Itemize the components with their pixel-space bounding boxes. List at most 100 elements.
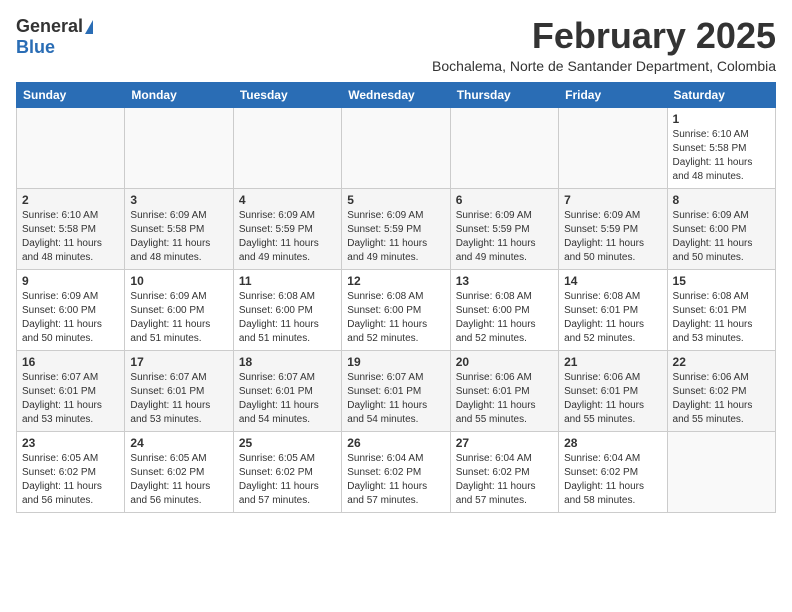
calendar-cell: 23Sunrise: 6:05 AM Sunset: 6:02 PM Dayli…	[17, 431, 125, 512]
day-number: 17	[130, 355, 227, 369]
day-number: 15	[673, 274, 770, 288]
day-number: 26	[347, 436, 444, 450]
calendar-cell: 24 Sunrise: 6:05 AM Sunset: 6:02 PM Dayli…	[125, 431, 233, 512]
calendar-cell: 2Sunrise: 6:10 AM Sunset: 5:58 PM Daylig…	[17, 188, 125, 269]
calendar-cell	[667, 431, 775, 512]
location-title: Bochalema, Norte de Santander Department…	[432, 58, 776, 74]
calendar-table: SundayMondayTuesdayWednesdayThursdayFrid…	[16, 82, 776, 513]
calendar-cell: 25 Sunrise: 6:05 AM Sunset: 6:02 PM Dayli…	[233, 431, 341, 512]
day-info: Sunrise: 6:04 AM Sunset: 6:02 PM Dayligh…	[456, 452, 553, 508]
month-title: February 2025	[432, 16, 776, 56]
calendar-week-2: 2Sunrise: 6:10 AM Sunset: 5:58 PM Daylig…	[17, 188, 776, 269]
logo-general-text: General	[16, 16, 83, 37]
logo-blue-text: Blue	[16, 37, 55, 58]
day-info: Sunrise: 6:07 AM Sunset: 6:01 PM Dayligh…	[347, 371, 444, 427]
day-number: 27	[456, 436, 553, 450]
day-number: 3	[130, 193, 227, 207]
calendar-cell: 12 Sunrise: 6:08 AM Sunset: 6:00 PM Dayli…	[342, 269, 450, 350]
day-number: 9	[22, 274, 119, 288]
calendar-week-4: 16Sunrise: 6:07 AM Sunset: 6:01 PM Dayli…	[17, 350, 776, 431]
day-info: Sunrise: 6:08 AM Sunset: 6:01 PM Dayligh…	[564, 290, 661, 346]
logo: General Blue	[16, 16, 93, 58]
calendar-week-5: 23Sunrise: 6:05 AM Sunset: 6:02 PM Dayli…	[17, 431, 776, 512]
calendar-cell: 8 Sunrise: 6:09 AM Sunset: 6:00 PM Daylig…	[667, 188, 775, 269]
day-number: 28	[564, 436, 661, 450]
day-info: Sunrise: 6:08 AM Sunset: 6:00 PM Dayligh…	[456, 290, 553, 346]
logo-icon	[85, 20, 93, 34]
day-number: 20	[456, 355, 553, 369]
day-number: 10	[130, 274, 227, 288]
title-block: February 2025 Bochalema, Norte de Santan…	[432, 16, 776, 74]
calendar-cell: 1Sunrise: 6:10 AM Sunset: 5:58 PM Daylig…	[667, 107, 775, 188]
calendar-cell	[17, 107, 125, 188]
day-number: 2	[22, 193, 119, 207]
calendar-cell: 18 Sunrise: 6:07 AM Sunset: 6:01 PM Dayli…	[233, 350, 341, 431]
calendar-cell: 26 Sunrise: 6:04 AM Sunset: 6:02 PM Dayli…	[342, 431, 450, 512]
day-info: Sunrise: 6:09 AM Sunset: 5:58 PM Dayligh…	[130, 209, 227, 265]
day-number: 21	[564, 355, 661, 369]
calendar-cell: 14 Sunrise: 6:08 AM Sunset: 6:01 PM Dayli…	[559, 269, 667, 350]
day-number: 12	[347, 274, 444, 288]
page-header: General Blue February 2025 Bochalema, No…	[16, 16, 776, 74]
calendar-week-1: 1Sunrise: 6:10 AM Sunset: 5:58 PM Daylig…	[17, 107, 776, 188]
calendar-cell	[450, 107, 558, 188]
day-number: 25	[239, 436, 336, 450]
day-info: Sunrise: 6:04 AM Sunset: 6:02 PM Dayligh…	[347, 452, 444, 508]
day-info: Sunrise: 6:08 AM Sunset: 6:01 PM Dayligh…	[673, 290, 770, 346]
calendar-cell: 20 Sunrise: 6:06 AM Sunset: 6:01 PM Dayli…	[450, 350, 558, 431]
calendar-week-3: 9 Sunrise: 6:09 AM Sunset: 6:00 PM Daylig…	[17, 269, 776, 350]
calendar-cell: 7 Sunrise: 6:09 AM Sunset: 5:59 PM Daylig…	[559, 188, 667, 269]
column-header-thursday: Thursday	[450, 82, 558, 107]
calendar-cell: 5 Sunrise: 6:09 AM Sunset: 5:59 PM Daylig…	[342, 188, 450, 269]
calendar-cell: 16Sunrise: 6:07 AM Sunset: 6:01 PM Dayli…	[17, 350, 125, 431]
calendar-cell: 27 Sunrise: 6:04 AM Sunset: 6:02 PM Dayli…	[450, 431, 558, 512]
calendar-cell: 13Sunrise: 6:08 AM Sunset: 6:00 PM Dayli…	[450, 269, 558, 350]
day-info: Sunrise: 6:06 AM Sunset: 6:01 PM Dayligh…	[456, 371, 553, 427]
day-info: Sunrise: 6:09 AM Sunset: 5:59 PM Dayligh…	[347, 209, 444, 265]
day-number: 4	[239, 193, 336, 207]
calendar-cell: 10 Sunrise: 6:09 AM Sunset: 6:00 PM Dayli…	[125, 269, 233, 350]
day-info: Sunrise: 6:05 AM Sunset: 6:02 PM Dayligh…	[22, 452, 119, 508]
day-number: 18	[239, 355, 336, 369]
calendar-cell	[559, 107, 667, 188]
day-info: Sunrise: 6:07 AM Sunset: 6:01 PM Dayligh…	[239, 371, 336, 427]
day-info: Sunrise: 6:05 AM Sunset: 6:02 PM Dayligh…	[130, 452, 227, 508]
day-info: Sunrise: 6:09 AM Sunset: 5:59 PM Dayligh…	[564, 209, 661, 265]
day-number: 11	[239, 274, 336, 288]
calendar-cell	[342, 107, 450, 188]
calendar-cell: 19 Sunrise: 6:07 AM Sunset: 6:01 PM Dayli…	[342, 350, 450, 431]
column-header-tuesday: Tuesday	[233, 82, 341, 107]
day-info: Sunrise: 6:07 AM Sunset: 6:01 PM Dayligh…	[22, 371, 119, 427]
day-number: 6	[456, 193, 553, 207]
day-number: 5	[347, 193, 444, 207]
calendar-cell: 9Sunrise: 6:09 AM Sunset: 6:00 PM Daylig…	[17, 269, 125, 350]
day-info: Sunrise: 6:08 AM Sunset: 6:00 PM Dayligh…	[239, 290, 336, 346]
day-number: 8	[673, 193, 770, 207]
day-info: Sunrise: 6:05 AM Sunset: 6:02 PM Dayligh…	[239, 452, 336, 508]
column-header-monday: Monday	[125, 82, 233, 107]
day-info: Sunrise: 6:09 AM Sunset: 5:59 PM Dayligh…	[239, 209, 336, 265]
day-number: 19	[347, 355, 444, 369]
calendar-cell	[233, 107, 341, 188]
calendar-cell: 4 Sunrise: 6:09 AM Sunset: 5:59 PM Daylig…	[233, 188, 341, 269]
calendar-cell: 15 Sunrise: 6:08 AM Sunset: 6:01 PM Dayli…	[667, 269, 775, 350]
day-info: Sunrise: 6:04 AM Sunset: 6:02 PM Dayligh…	[564, 452, 661, 508]
day-number: 14	[564, 274, 661, 288]
day-info: Sunrise: 6:08 AM Sunset: 6:00 PM Dayligh…	[347, 290, 444, 346]
day-number: 24	[130, 436, 227, 450]
calendar-cell: 3 Sunrise: 6:09 AM Sunset: 5:58 PM Daylig…	[125, 188, 233, 269]
day-number: 22	[673, 355, 770, 369]
day-info: Sunrise: 6:09 AM Sunset: 5:59 PM Dayligh…	[456, 209, 553, 265]
day-info: Sunrise: 6:09 AM Sunset: 6:00 PM Dayligh…	[673, 209, 770, 265]
column-header-sunday: Sunday	[17, 82, 125, 107]
day-info: Sunrise: 6:06 AM Sunset: 6:01 PM Dayligh…	[564, 371, 661, 427]
day-number: 7	[564, 193, 661, 207]
calendar-cell: 17Sunrise: 6:07 AM Sunset: 6:01 PM Dayli…	[125, 350, 233, 431]
calendar-cell: 21 Sunrise: 6:06 AM Sunset: 6:01 PM Dayli…	[559, 350, 667, 431]
calendar-cell: 6 Sunrise: 6:09 AM Sunset: 5:59 PM Daylig…	[450, 188, 558, 269]
column-header-saturday: Saturday	[667, 82, 775, 107]
column-header-friday: Friday	[559, 82, 667, 107]
calendar-header-row: SundayMondayTuesdayWednesdayThursdayFrid…	[17, 82, 776, 107]
day-info: Sunrise: 6:06 AM Sunset: 6:02 PM Dayligh…	[673, 371, 770, 427]
day-info: Sunrise: 6:09 AM Sunset: 6:00 PM Dayligh…	[130, 290, 227, 346]
